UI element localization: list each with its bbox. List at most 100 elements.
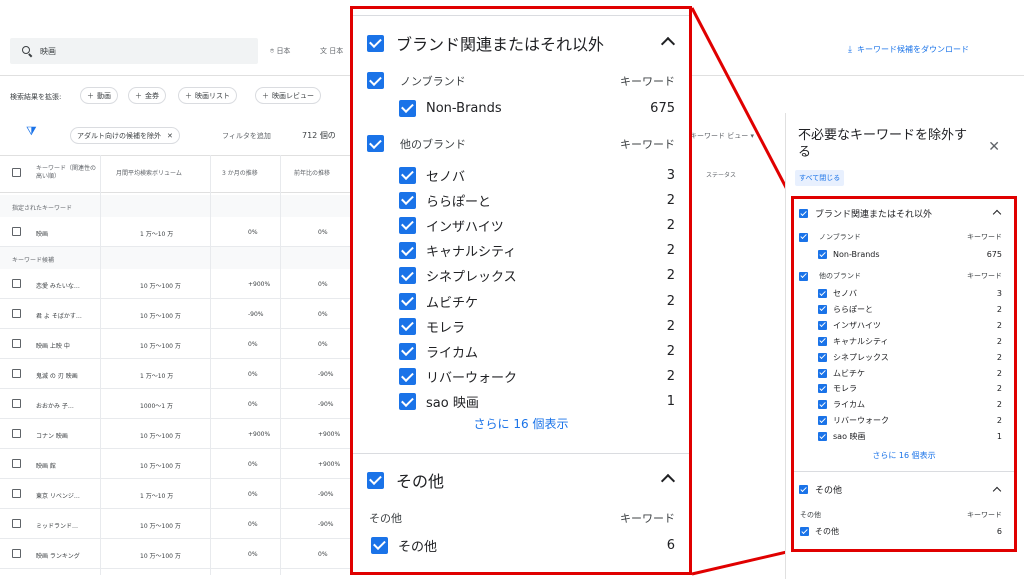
group-non-brand[interactable]: ノンブランド キーワード — [367, 72, 675, 89]
checkbox-checked[interactable] — [818, 304, 827, 314]
row-checkbox[interactable] — [12, 549, 21, 560]
list-item[interactable]: その他 6 — [800, 526, 1002, 537]
list-item[interactable]: モレラ 2 — [399, 316, 675, 336]
checkbox-checked[interactable] — [800, 527, 809, 536]
checkbox-checked[interactable] — [818, 336, 827, 346]
row-checkbox[interactable] — [12, 339, 21, 350]
list-item[interactable]: ららぽーと 2 — [399, 190, 675, 210]
column-header[interactable]: キーワード（関連性の高い順） — [36, 165, 98, 181]
table-row[interactable]: 鬼滅 の 刃 映画 1 万～10 万 0% -90% — [0, 359, 352, 389]
checkbox-checked[interactable] — [799, 232, 808, 242]
keyword-cell[interactable]: 君 よ そばかす… — [36, 311, 82, 320]
checkbox-checked[interactable] — [818, 400, 827, 410]
other-section-toggle[interactable]: その他 — [367, 468, 444, 492]
row-checkbox[interactable] — [12, 309, 21, 320]
checkbox-checked[interactable] — [799, 271, 808, 281]
keyword-cell[interactable]: 恋愛 みたいな… — [36, 281, 80, 290]
keyword-cell[interactable]: 映画 上映 中 — [36, 341, 70, 350]
group-other-brand[interactable]: 他のブランド キーワード — [367, 135, 675, 152]
table-row[interactable]: コナン 映画 10 万～100 万 +900% +900% — [0, 419, 352, 449]
checkbox-checked[interactable] — [399, 342, 416, 360]
table-row[interactable]: 君 よ そばかす… 10 万～100 万 -90% 0% — [0, 299, 352, 329]
show-more-link[interactable]: さらに 16 個表示 — [794, 450, 1014, 461]
table-row[interactable]: 映画 上映 中 10 万～100 万 0% 0% — [0, 329, 352, 359]
list-item[interactable]: Non-Brands 675 — [399, 98, 675, 118]
checkbox-checked[interactable] — [818, 320, 827, 330]
checkbox-checked[interactable] — [399, 292, 416, 310]
close-all-button[interactable]: すべて閉じる — [795, 170, 845, 186]
checkbox-checked[interactable] — [399, 216, 416, 234]
close-icon[interactable]: ✕ — [988, 139, 1000, 155]
checkbox-checked[interactable] — [818, 289, 827, 298]
column-header[interactable]: 月間平均検索ボリューム — [116, 168, 182, 177]
table-row[interactable]: 恋愛 みたいな… 10 万～100 万 +900% 0% — [0, 269, 352, 299]
expand-chip[interactable]: ＋映画レビュー — [255, 87, 321, 104]
list-item[interactable]: ライカム 2 — [399, 341, 675, 361]
language-selector[interactable]: 文 日本 — [320, 46, 343, 56]
checkbox-checked[interactable] — [399, 242, 416, 260]
group-non-brand[interactable]: ノンブランド キーワード — [799, 232, 1002, 242]
list-item[interactable]: その他 6 — [371, 535, 675, 555]
list-item[interactable]: リバーウォーク 2 — [818, 415, 1002, 426]
list-item[interactable]: インザハイツ 2 — [818, 320, 1002, 331]
brand-section-toggle[interactable]: ブランド関連またはそれ以外 — [367, 31, 604, 55]
keyword-cell[interactable]: おおかみ 子… — [36, 401, 74, 410]
list-item[interactable]: リバーウォーク 2 — [399, 367, 675, 387]
row-checkbox[interactable] — [12, 279, 21, 290]
location-selector[interactable]: ⌾ 日本 — [270, 46, 290, 56]
checkbox-checked[interactable] — [818, 416, 827, 426]
chevron-up-icon[interactable] — [660, 36, 676, 52]
row-checkbox[interactable] — [12, 459, 21, 470]
list-item[interactable]: ららぽーと 2 — [818, 304, 1002, 315]
table-row[interactable]: 東京 リベンジ… 1 万～10 万 0% -90% — [0, 479, 352, 509]
column-header[interactable]: ステータス — [706, 170, 736, 179]
checkbox-checked[interactable] — [399, 317, 416, 335]
table-row[interactable]: 映画 館 10 万～100 万 0% +900% — [0, 449, 352, 479]
checkbox-checked[interactable] — [818, 368, 827, 378]
checkbox-checked[interactable] — [367, 34, 384, 52]
keyword-cell[interactable]: コナン 映画 — [36, 431, 68, 440]
checkbox-checked[interactable] — [818, 352, 827, 362]
keyword-view-selector[interactable]: キーワード ビュー ▾ — [690, 131, 754, 141]
row-checkbox[interactable] — [12, 369, 21, 380]
search-input[interactable]: 映画 — [10, 38, 258, 64]
row-checkbox[interactable] — [12, 429, 21, 440]
table-row[interactable]: ミッドランド… 10 万～100 万 0% -90% — [0, 509, 352, 539]
row-checkbox[interactable] — [12, 519, 21, 530]
list-item[interactable]: Non-Brands 675 — [818, 249, 1002, 260]
chevron-up-icon[interactable] — [660, 473, 676, 489]
checkbox-checked[interactable] — [399, 368, 416, 386]
column-header[interactable]: 前年比の推移 — [294, 168, 330, 177]
list-item[interactable]: セノバ 3 — [399, 165, 675, 185]
keyword-cell[interactable]: 東京 リベンジ… — [36, 491, 80, 500]
list-item[interactable]: sao 映画 1 — [399, 392, 675, 412]
list-item[interactable]: キャナルシティ 2 — [399, 241, 675, 261]
chevron-up-icon[interactable] — [992, 486, 1002, 496]
list-item[interactable]: キャナルシティ 2 — [818, 336, 1002, 347]
list-item[interactable]: ライカム 2 — [818, 399, 1002, 410]
checkbox-checked[interactable] — [818, 432, 827, 442]
column-header[interactable]: 3 か月の推移 — [222, 168, 258, 177]
keyword-cell[interactable]: 鬼滅 の 刃 映画 — [36, 371, 78, 380]
filter-icon[interactable]: ⧩ — [26, 124, 37, 139]
checkbox-checked[interactable] — [818, 250, 827, 259]
list-item[interactable]: モレラ 2 — [818, 383, 1002, 394]
checkbox-checked[interactable] — [367, 135, 384, 152]
checkbox-checked[interactable] — [799, 485, 808, 494]
row-checkbox[interactable] — [12, 227, 21, 238]
adult-filter-chip[interactable]: アダルト向けの候補を除外 ✕ — [70, 127, 180, 144]
keyword-cell[interactable]: 映画 ランキング — [36, 551, 80, 560]
select-all-checkbox[interactable] — [12, 168, 21, 179]
keyword-cell[interactable]: ミッドランド… — [36, 521, 78, 530]
add-filter-button[interactable]: フィルタを追加 — [222, 131, 271, 141]
group-other-brand[interactable]: 他のブランド キーワード — [799, 271, 1002, 281]
list-item[interactable]: インザハイツ 2 — [399, 215, 675, 235]
brand-section-toggle[interactable]: ブランド関連またはそれ以外 — [799, 207, 932, 220]
other-section-toggle[interactable]: その他 — [799, 483, 842, 496]
close-icon[interactable]: ✕ — [167, 132, 173, 140]
table-row[interactable]: おおかみ 子… 1000～1 万 0% -90% — [0, 389, 352, 419]
checkbox-checked[interactable] — [371, 536, 388, 554]
checkbox-checked[interactable] — [399, 166, 416, 184]
table-row[interactable]: 映画 ランキング 10 万～100 万 0% 0% — [0, 539, 352, 569]
checkbox-checked[interactable] — [799, 209, 808, 218]
